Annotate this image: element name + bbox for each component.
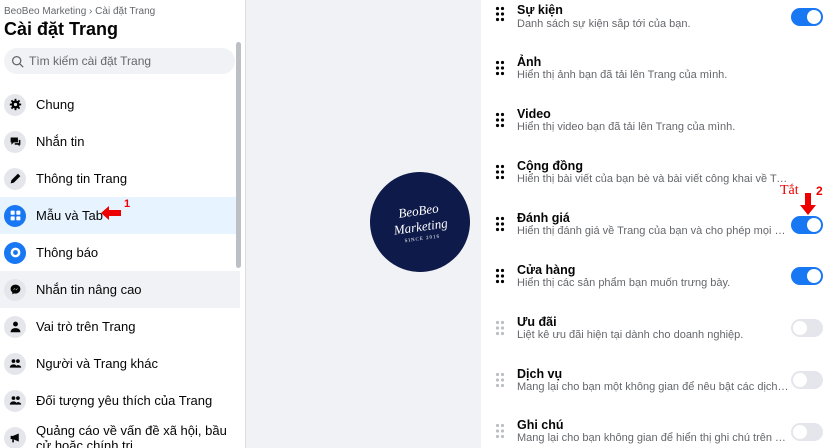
sidebar-item-political-ads[interactable]: Quảng cáo về vấn đề xã hội, bầu cử hoặc … [0, 419, 240, 448]
tab-title: Ưu đãi [517, 315, 557, 329]
drag-handle-icon[interactable] [495, 268, 505, 284]
tab-row-video: Video Hiển thị video bạn đã tải lên Tran… [481, 104, 840, 156]
annotation-off-label: Tắt [780, 183, 799, 198]
tab-description: Hiển thị video bạn đã tải lên Trang của … [517, 121, 736, 133]
tab-title: Sự kiện [517, 3, 563, 17]
pencil-icon [4, 167, 26, 190]
chat-icon [4, 130, 26, 153]
tab-description: Mang lại cho bạn không gian để hiển thị … [517, 432, 789, 444]
people-icon [4, 389, 26, 412]
search-icon [11, 55, 24, 68]
settings-sidebar: BeoBeo Marketing › Cài đặt Trang Cài đặt… [0, 0, 246, 448]
sidebar-scrollbar[interactable] [236, 42, 241, 268]
megaphone-icon [4, 426, 26, 448]
tab-toggle-notes[interactable] [791, 423, 823, 441]
tab-title: Cửa hàng [517, 263, 576, 277]
tab-row-offers: Ưu đãi Liệt kê ưu đãi hiện tại dành cho … [481, 312, 840, 364]
page-logo: BeoBeo Marketing SINCE 2016 [363, 165, 477, 279]
tab-description: Mang lại cho bạn một không gian để nêu b… [517, 381, 789, 393]
gear-icon [4, 93, 26, 116]
search-input[interactable] [29, 54, 219, 68]
drag-handle-icon[interactable] [495, 216, 505, 232]
tab-row-notes: Ghi chú Mang lại cho bạn không gian để h… [481, 415, 840, 448]
tab-description: Liệt kê ưu đãi hiện tại dành cho doanh n… [517, 329, 744, 341]
sidebar-item-label: Mẫu và Tab [36, 208, 103, 223]
sidebar-item-label: Đối tượng yêu thích của Trang [36, 393, 213, 408]
breadcrumb[interactable]: BeoBeo Marketing › Cài đặt Trang [4, 6, 155, 17]
tab-toggle-offers[interactable] [791, 319, 823, 337]
drag-handle-icon[interactable] [495, 372, 505, 388]
sidebar-item-label: Thông tin Trang [36, 171, 128, 186]
drag-handle-icon[interactable] [495, 423, 505, 439]
tab-row-services: Dịch vụ Mang lại cho bạn một không gian … [481, 364, 840, 416]
tab-description: Danh sách sự kiện sắp tới của bạn. [517, 18, 691, 30]
sidebar-item-label: Nhắn tin [36, 134, 85, 149]
sidebar-item-page-info[interactable]: Thông tin Trang [0, 160, 240, 197]
sidebar-item-label: Nhắn tin nâng cao [36, 282, 142, 297]
tab-row-photos: Ảnh Hiển thị ảnh bạn đã tải lên Trang củ… [481, 52, 840, 104]
drag-handle-icon[interactable] [495, 164, 505, 180]
sidebar-item-advanced-messaging[interactable]: Nhắn tin nâng cao [0, 271, 240, 308]
tab-toggle-events[interactable] [791, 8, 823, 26]
sidebar-item-notifications[interactable]: Thông báo [0, 234, 240, 271]
tab-row-reviews: Đánh giá Hiển thị đánh giá về Trang của … [481, 208, 840, 260]
tab-title: Dịch vụ [517, 367, 563, 381]
tab-title: Cộng đồng [517, 159, 583, 173]
people-icon [4, 352, 26, 375]
sidebar-item-messaging[interactable]: Nhắn tin [0, 123, 240, 160]
tab-toggle-shop[interactable] [791, 267, 823, 285]
tabs-panel: Sự kiện Danh sách sự kiện sắp tới của bạ… [481, 0, 840, 448]
drag-handle-icon[interactable] [495, 60, 505, 76]
tab-title: Video [517, 107, 551, 121]
sidebar-item-preferred-audience[interactable]: Đối tượng yêu thích của Trang [0, 382, 240, 419]
search-box[interactable] [4, 48, 235, 74]
annotation-marker-1: 1 [124, 198, 131, 210]
messenger-icon [4, 278, 26, 301]
drag-handle-icon[interactable] [495, 112, 505, 128]
red-arrow-down-icon [800, 193, 816, 215]
grid-icon [4, 204, 26, 227]
tab-toggle-services[interactable] [791, 371, 823, 389]
sidebar-item-label: Quảng cáo về vấn đề xã hội, bầu cử hoặc … [36, 422, 227, 448]
person-icon [4, 315, 26, 338]
tab-row-community: Cộng đồng Hiển thị bài viết của bạn bè v… [481, 156, 840, 208]
sidebar-item-label: Vai trò trên Trang [36, 319, 136, 334]
tab-row-shop: Cửa hàng Hiển thị các sản phẩm bạn muốn … [481, 260, 840, 312]
tab-description: Hiển thị ảnh bạn đã tải lên Trang của mì… [517, 69, 728, 81]
globe-icon [4, 241, 26, 264]
tab-row-events: Sự kiện Danh sách sự kiện sắp tới của bạ… [481, 0, 840, 52]
sidebar-item-label: Thông báo [36, 245, 99, 260]
settings-menu: Chung Nhắn tin Thông tin Trang Mẫu và Ta… [0, 86, 240, 448]
red-arrow-left-icon [101, 206, 121, 220]
tab-title: Ảnh [517, 55, 542, 69]
sidebar-item-label: Chung [36, 97, 75, 112]
tab-title: Đánh giá [517, 211, 570, 225]
tab-description: Hiển thị các sản phẩm bạn muốn trưng bày… [517, 277, 731, 289]
sidebar-item-page-roles[interactable]: Vai trò trên Trang [0, 308, 240, 345]
drag-handle-icon[interactable] [495, 320, 505, 336]
tab-description: Hiển thị đánh giá về Trang của bạn và ch… [517, 225, 789, 237]
sidebar-item-people-pages[interactable]: Người và Trang khác [0, 345, 240, 382]
tab-title: Ghi chú [517, 418, 564, 432]
sidebar-item-label: Người và Trang khác [36, 356, 159, 371]
page-title: Cài đặt Trang [4, 19, 119, 39]
tab-description: Hiển thị bài viết của bạn bè và bài viết… [517, 173, 789, 185]
sidebar-item-general[interactable]: Chung [0, 86, 240, 123]
tab-toggle-reviews[interactable] [791, 216, 823, 234]
annotation-marker-2: 2 [816, 184, 823, 198]
drag-handle-icon[interactable] [495, 6, 505, 22]
